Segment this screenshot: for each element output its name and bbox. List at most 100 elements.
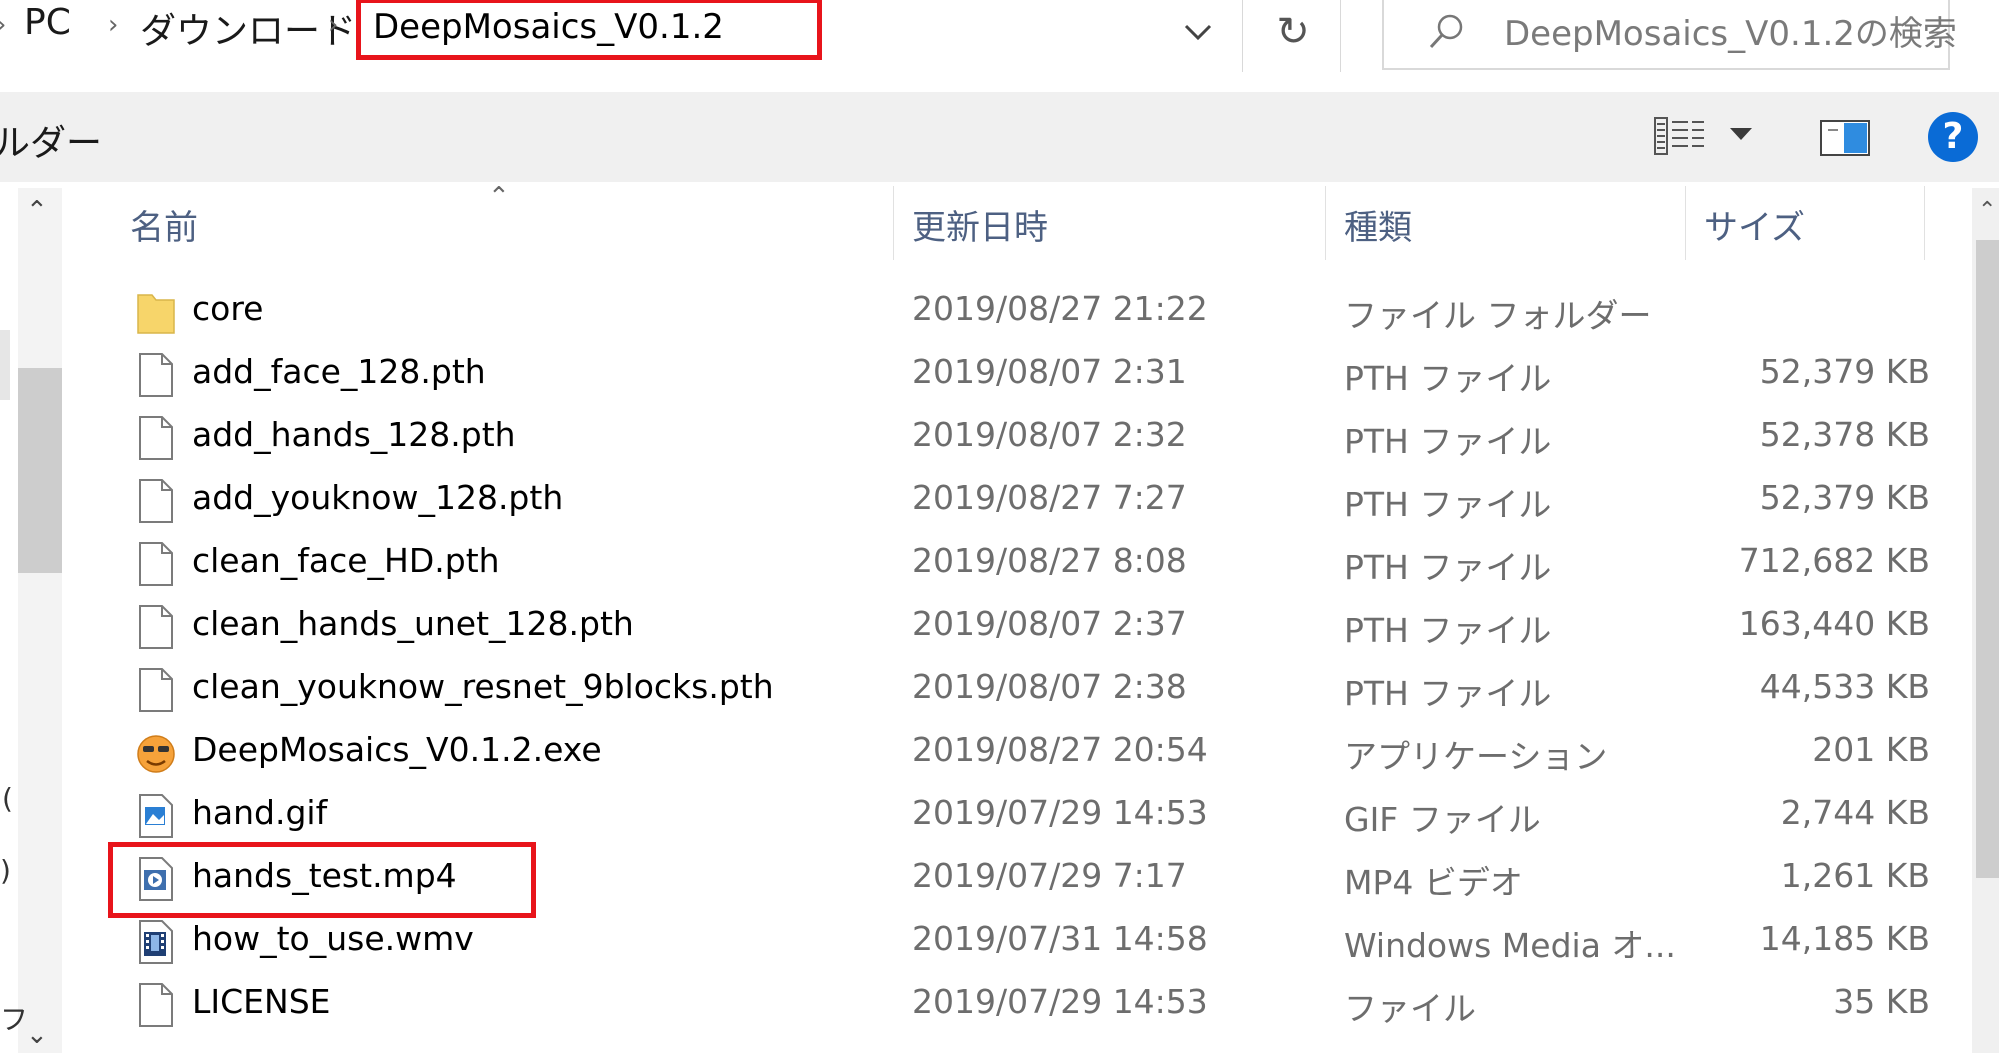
nav-scrollbar[interactable] [18,188,62,1053]
file-date: 2019/08/07 2:37 [912,604,1187,643]
file-row[interactable]: clean_hands_unet_128.pth 2019/08/07 2:37 P… [120,596,1930,659]
column-divider[interactable] [1924,186,1925,260]
file-name: add_face_128.pth [192,352,486,391]
document-icon [136,667,176,713]
highlight-annotation [108,842,536,918]
nav-scrollbar-thumb[interactable] [18,368,62,573]
file-type: PTH ファイル [1344,359,1552,398]
file-size: 1,261 KB [1780,856,1930,895]
chevron-right-icon: › [0,10,6,40]
search-input[interactable]: DeepMosaics_V0.1.2の検索 [1382,0,1957,70]
help-icon[interactable]: ? [1928,112,1978,162]
column-divider[interactable] [1325,186,1326,260]
document-icon [136,982,176,1028]
file-name: how_to_use.wmv [192,919,474,958]
column-divider[interactable] [1685,186,1686,260]
document-icon [136,352,176,398]
nav-item-fragment[interactable]: ( [2,782,13,815]
file-size: 163,440 KB [1738,604,1930,643]
column-divider[interactable] [893,186,894,260]
file-type: アプリケーション [1344,737,1608,776]
file-row[interactable]: LICENSE 2019/07/29 14:53 ファイル 35 KB [120,974,1930,1037]
view-dropdown-icon[interactable] [1730,128,1752,140]
nav-selection-edge [0,330,10,400]
nav-item-fragment[interactable]: フ [0,998,28,1038]
file-row[interactable]: clean_youknow_resnet_9blocks.pth 2019/08/… [120,659,1930,722]
details-view-icon[interactable] [1654,116,1706,156]
image-file-icon [136,793,176,839]
file-date: 2019/08/27 8:08 [912,541,1187,580]
breadcrumb-item-downloads[interactable]: ダウンロード [140,2,356,54]
toolbar: ルダー ? [0,92,1999,182]
file-size: 52,378 KB [1759,415,1930,454]
chevron-up-icon[interactable]: ⌃ [1978,198,1996,223]
file-row[interactable]: core 2019/08/27 21:22 ファイル フォルダー [120,281,1930,344]
film-file-icon [136,919,176,965]
file-type: PTH ファイル [1344,548,1552,587]
chevron-down-icon[interactable] [1180,14,1216,50]
file-type: PTH ファイル [1344,422,1552,461]
nav-item-fragment[interactable]: ) [0,854,11,887]
file-type: ファイル [1344,989,1476,1028]
file-type: PTH ファイル [1344,485,1552,524]
file-row[interactable]: add_face_128.pth 2019/08/07 2:31 PTH ファイル 5… [120,344,1930,407]
refresh-icon[interactable]: ↻ [1262,6,1324,58]
file-type: MP4 ビデオ [1344,863,1523,902]
file-date: 2019/07/29 14:53 [912,793,1208,832]
file-row[interactable]: add_hands_128.pth 2019/08/07 2:32 PTH ファイル… [120,407,1930,470]
file-date: 2019/08/27 20:54 [912,730,1208,769]
breadcrumb-item-current-folder[interactable]: DeepMosaics_V0.1.2 [356,0,822,60]
document-icon [136,415,176,461]
column-header-size[interactable]: サイズ [1704,200,1805,249]
folder-label: ルダー [0,123,103,164]
chevron-down-icon[interactable]: ⌄ [26,1020,48,1050]
column-header-name[interactable]: 名前 [130,200,198,249]
file-date: 2019/08/07 2:31 [912,352,1187,391]
file-type: PTH ファイル [1344,611,1552,650]
file-name: LICENSE [192,982,331,1021]
file-date: 2019/08/07 2:32 [912,415,1187,454]
preview-pane-icon[interactable] [1820,120,1870,156]
file-size: 14,185 KB [1759,919,1930,958]
file-row[interactable]: how_to_use.wmv 2019/07/31 14:58 Windows Me… [120,911,1930,974]
file-size: 52,379 KB [1759,352,1930,391]
file-row[interactable]: DeepMosaics_V0.1.2.exe 2019/08/27 20:54 アプ… [120,722,1930,785]
file-size: 35 KB [1833,982,1930,1021]
chevron-right-icon[interactable]: › [108,10,118,40]
file-type: ファイル フォルダー [1344,296,1652,335]
file-date: 2019/07/31 14:58 [912,919,1208,958]
file-name: clean_youknow_resnet_9blocks.pth [192,667,774,706]
file-row[interactable]: add_youknow_128.pth 2019/08/27 7:27 PTH ファ… [120,470,1930,533]
chevron-up-icon[interactable]: ⌃ [26,196,48,226]
search-placeholder: DeepMosaics_V0.1.2の検索 [1504,14,1957,54]
column-header-type[interactable]: 種類 [1344,200,1412,249]
column-header-date[interactable]: 更新日時 [912,200,1048,249]
file-date: 2019/08/27 21:22 [912,289,1208,328]
document-icon [136,478,176,524]
file-type: Windows Media オ... [1344,926,1676,965]
file-date: 2019/08/07 2:38 [912,667,1187,706]
app-emoji-icon [136,730,176,776]
file-name: clean_face_HD.pth [192,541,500,580]
file-size: 201 KB [1812,730,1930,769]
file-date: 2019/07/29 14:53 [912,982,1208,1021]
folder-icon [136,289,176,335]
file-date: 2019/07/29 7:17 [912,856,1187,895]
divider [1340,0,1341,72]
file-size: 44,533 KB [1759,667,1930,706]
file-name: add_youknow_128.pth [192,478,564,517]
breadcrumb-item-pc[interactable]: PC [24,2,71,43]
divider [1242,0,1243,72]
file-row[interactable]: hand.gif 2019/07/29 14:53 GIF ファイル 2,744 KB [120,785,1930,848]
address-bar: › PC › ダウンロード › DeepMosaics_V0.1.2 ↻ Dee… [0,0,1999,80]
file-list-scrollbar-thumb[interactable] [1976,240,1999,878]
file-size: 712,682 KB [1738,541,1930,580]
file-size: 2,744 KB [1780,793,1930,832]
search-icon [1429,14,1463,49]
file-name: clean_hands_unet_128.pth [192,604,634,643]
chevron-right-icon[interactable]: › [328,10,338,40]
file-name: hand.gif [192,793,328,832]
breadcrumb[interactable]: › PC › ダウンロード › DeepMosaics_V0.1.2 [0,0,1340,60]
file-name: DeepMosaics_V0.1.2.exe [192,730,602,769]
file-row[interactable]: clean_face_HD.pth 2019/08/27 8:08 PTH ファイル… [120,533,1930,596]
